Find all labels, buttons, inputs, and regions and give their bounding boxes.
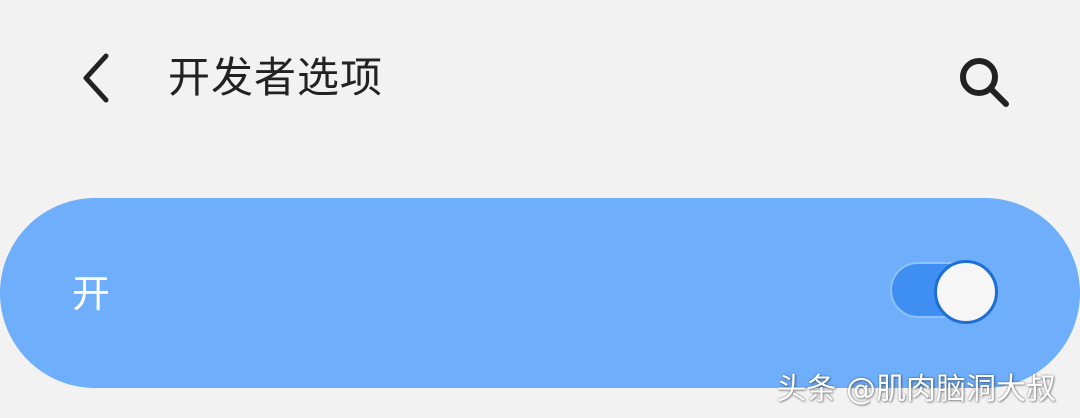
search-button[interactable] xyxy=(946,44,1022,120)
master-toggle-switch[interactable] xyxy=(888,260,1000,324)
app-header: 开发者选项 xyxy=(0,0,1080,160)
page-title: 开发者选项 xyxy=(168,53,384,102)
chevron-left-icon xyxy=(83,53,109,103)
back-button[interactable] xyxy=(64,40,128,116)
watermark: 头条 @肌肉脑洞大叔 xyxy=(776,372,1056,407)
search-icon xyxy=(960,58,1009,107)
master-switch-card[interactable]: 开 xyxy=(0,198,1080,388)
toggle-knob xyxy=(934,260,998,324)
master-switch-label: 开 xyxy=(72,272,111,316)
